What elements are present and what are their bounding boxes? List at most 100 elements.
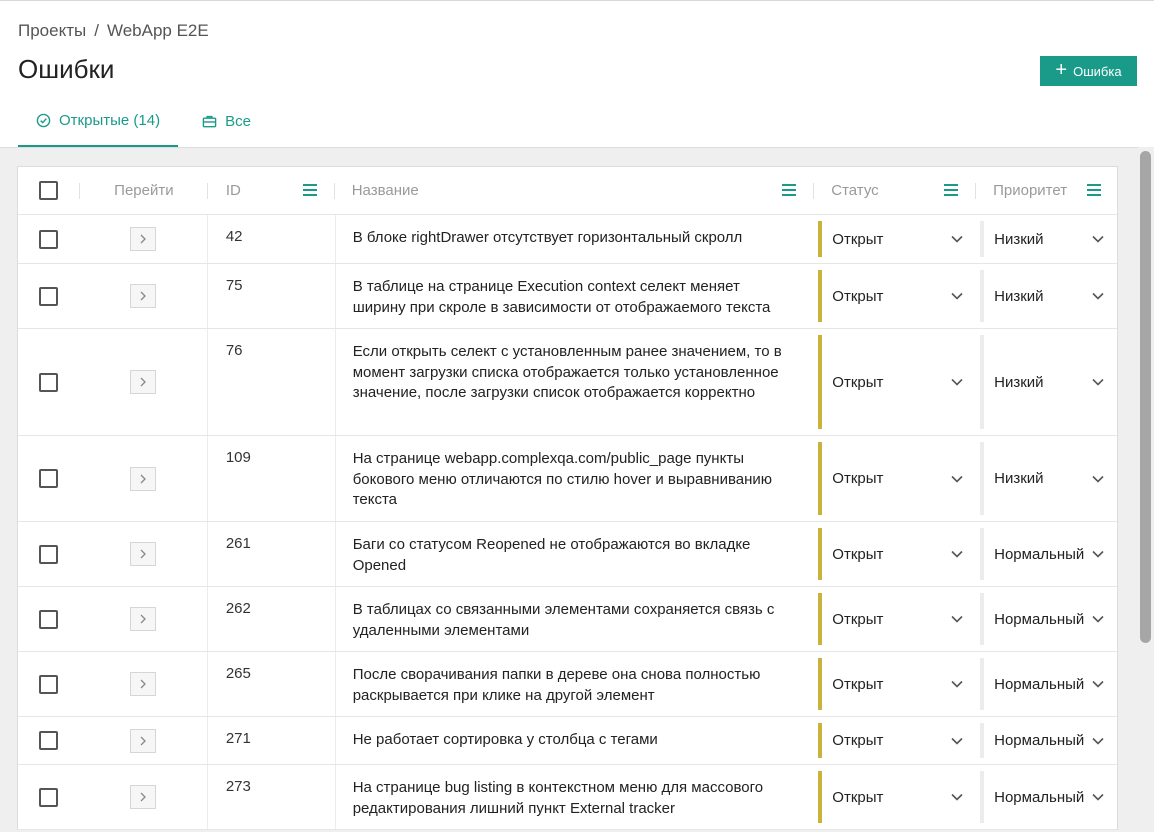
select-all-checkbox[interactable] [39, 181, 59, 200]
status-value: Открыт [832, 545, 884, 563]
status-select[interactable]: Открыт [814, 717, 976, 764]
chevron-down-icon [951, 793, 963, 801]
bug-title[interactable]: На странице bug listing в контекстном ме… [334, 765, 815, 829]
row-checkbox[interactable] [39, 609, 59, 629]
tab-bar: Открытые (14) Все [18, 96, 257, 147]
row-check-cell [18, 436, 80, 521]
row-checkbox[interactable] [39, 372, 59, 392]
column-menu-icon[interactable] [302, 184, 317, 196]
row-go-cell [80, 765, 208, 829]
status-value: Открыт [832, 373, 884, 391]
row-checkbox[interactable] [39, 229, 59, 249]
row-check-cell [18, 652, 80, 716]
bug-title[interactable]: Не работает сортировка у столбца с тегам… [334, 717, 815, 764]
row-go-cell [80, 436, 208, 521]
chevron-down-icon [1092, 793, 1104, 801]
table-row[interactable]: 109 На странице webapp.complexqa.com/publ… [18, 436, 1117, 522]
go-to-bug-button[interactable] [130, 370, 157, 394]
status-select[interactable]: Открыт [814, 215, 976, 263]
chevron-down-icon [1092, 615, 1104, 623]
table-row[interactable]: 271 Не работает сортировка у столбца с те… [18, 717, 1117, 765]
row-checkbox[interactable] [39, 731, 59, 750]
bug-title[interactable]: В таблицах со связанными элементами сохр… [334, 587, 815, 651]
chevron-down-icon [951, 680, 963, 688]
priority-select[interactable]: Нормальный [976, 717, 1117, 764]
bug-title[interactable]: На странице webapp.complexqa.com/public_… [334, 436, 815, 521]
table-row[interactable]: 76 Если открыть селект с установленным ра… [18, 329, 1117, 436]
column-menu-icon[interactable] [1086, 184, 1101, 196]
go-to-bug-button[interactable] [130, 466, 157, 491]
table-row[interactable]: 273 На странице bug listing в контекстном… [18, 765, 1117, 830]
status-select[interactable]: Открыт [814, 436, 976, 521]
go-to-bug-button[interactable] [130, 284, 157, 308]
status-select[interactable]: Открыт [814, 765, 976, 829]
row-check-cell [18, 765, 80, 829]
add-bug-button[interactable]: + Ошибка [1040, 56, 1137, 86]
row-checkbox[interactable] [39, 787, 59, 807]
priority-select[interactable]: Низкий [976, 436, 1117, 521]
go-to-bug-button[interactable] [130, 607, 157, 631]
go-to-bug-button[interactable] [130, 728, 157, 753]
bug-title[interactable]: Баги со статусом Reopened не отображаютс… [334, 522, 815, 586]
status-select[interactable]: Открыт [814, 522, 976, 586]
row-checkbox[interactable] [39, 469, 59, 488]
table-row[interactable]: 261 Баги со статусом Reopened не отобража… [18, 522, 1117, 587]
chevron-down-icon [951, 235, 963, 243]
priority-select[interactable]: Нормальный [976, 587, 1117, 651]
breadcrumb-current[interactable]: WebApp E2E [107, 21, 209, 41]
table-row[interactable]: 75 В таблице на странице Execution contex… [18, 264, 1117, 329]
chevron-down-icon [951, 378, 963, 386]
bug-id: 273 [225, 778, 251, 795]
bug-title[interactable]: После сворачивания папки в дереве она сн… [334, 652, 815, 716]
tab-all[interactable]: Все [178, 96, 257, 147]
bug-title[interactable]: В блоке rightDrawer отсутствует горизонт… [334, 215, 815, 263]
breadcrumb-projects-link[interactable]: Проекты [18, 21, 86, 41]
priority-value: Нормальный [994, 610, 1085, 628]
column-menu-icon[interactable] [944, 184, 959, 196]
priority-select[interactable]: Низкий [976, 215, 1117, 263]
status-value: Открыт [832, 675, 884, 693]
status-select[interactable]: Открыт [814, 264, 976, 328]
priority-select[interactable]: Нормальный [976, 522, 1117, 586]
header-check-cell [18, 167, 80, 214]
row-check-cell [18, 522, 80, 586]
column-menu-icon[interactable] [782, 184, 797, 196]
priority-select[interactable]: Нормальный [976, 765, 1117, 829]
row-check-cell [18, 717, 80, 764]
status-value: Открыт [832, 788, 884, 806]
priority-select[interactable]: Нормальный [976, 652, 1117, 716]
go-to-bug-button[interactable] [130, 542, 157, 566]
breadcrumb-separator: / [94, 21, 99, 40]
go-to-bug-button[interactable] [130, 227, 157, 251]
bug-title[interactable]: В таблице на странице Execution context … [334, 264, 815, 328]
bug-title[interactable]: Если открыть селект с установленным ране… [334, 329, 815, 435]
tab-open[interactable]: Открытые (14) [18, 96, 179, 147]
chevron-right-icon [140, 736, 147, 745]
status-value: Открыт [832, 230, 884, 248]
row-go-cell [80, 717, 208, 764]
table-row[interactable]: 42 В блоке rightDrawer отсутствует горизо… [18, 215, 1117, 264]
priority-value: Низкий [994, 230, 1044, 248]
table-row[interactable]: 265 После сворачивания папки в дереве она… [18, 652, 1117, 717]
table-row[interactable]: 262 В таблицах со связанными элементами с… [18, 587, 1117, 652]
header-status: Статус [831, 182, 879, 199]
chevron-down-icon [951, 550, 963, 558]
row-check-cell [18, 215, 80, 263]
go-to-bug-button[interactable] [130, 785, 157, 809]
row-check-cell [18, 587, 80, 651]
priority-select[interactable]: Низкий [976, 264, 1117, 328]
row-checkbox[interactable] [39, 544, 59, 564]
bug-id: 75 [225, 277, 243, 294]
priority-select[interactable]: Низкий [976, 329, 1117, 435]
row-checkbox[interactable] [39, 674, 59, 694]
status-select[interactable]: Открыт [814, 652, 976, 716]
go-to-bug-button[interactable] [130, 672, 157, 696]
status-select[interactable]: Открыт [814, 329, 976, 435]
scrollbar-thumb[interactable] [1140, 151, 1151, 643]
tab-open-label: Открытые (14) [59, 112, 161, 129]
row-checkbox[interactable] [39, 286, 59, 306]
chevron-down-icon [1092, 475, 1104, 483]
priority-value: Низкий [994, 470, 1044, 487]
status-value: Открыт [832, 470, 884, 487]
status-select[interactable]: Открыт [814, 587, 976, 651]
